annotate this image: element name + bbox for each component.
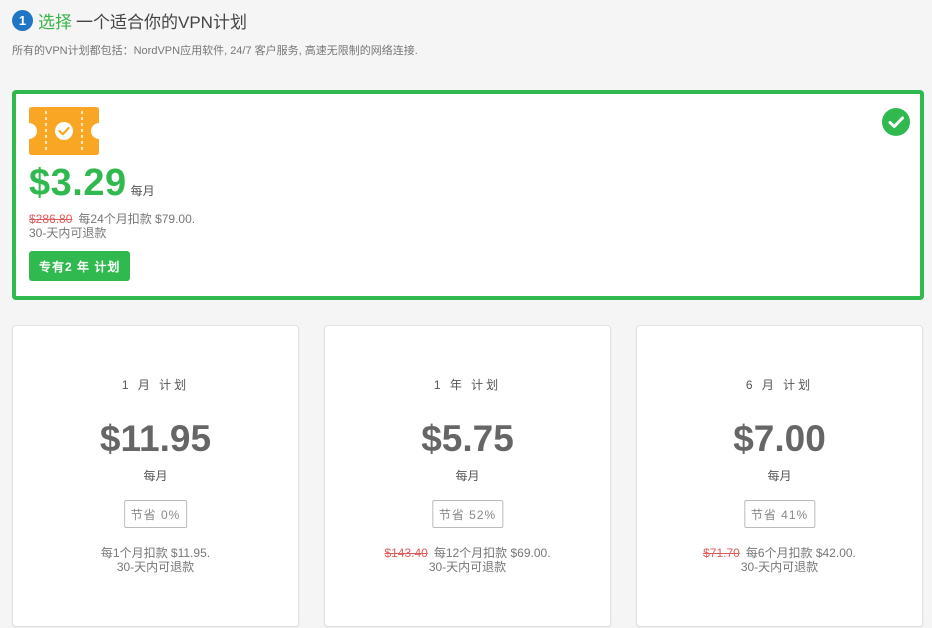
plan-price: $7.00 (733, 418, 826, 459)
plan-original-price: $71.70 (703, 546, 740, 560)
featured-billing-text: 每24个月扣款 $79.00. (78, 212, 196, 226)
plan-price-period: 每月 (455, 469, 480, 483)
savings-badge: 节省 0% (123, 500, 188, 528)
title-highlight: 选择 (38, 12, 72, 32)
plan-refund-text: 30-天内可退款 (116, 560, 195, 574)
plan-price-period: 每月 (767, 469, 792, 483)
page-title: 1 选择 一个适合你的VPN计划 (12, 8, 912, 32)
plan-card-1-month[interactable]: 1 月 计划 $11.95 每月 节省 0% 每1个月扣款 $11.95. 30… (12, 325, 299, 627)
plan-billing-info: $143.40 每12个月扣款 $69.00. 30-天内可退款 (325, 546, 610, 574)
featured-price-amount: $3.29 (29, 162, 127, 204)
featured-refund-text: 30-天内可退款 (29, 226, 107, 240)
plan-name: 1 年 计划 (433, 378, 502, 392)
plan-card-6-month[interactable]: 6 月 计划 $7.00 每月 节省 41% $71.70 每6个月扣款 $42.… (636, 325, 923, 627)
featured-plan-card[interactable]: $3.29 每月 $286.80 每24个月扣款 $79.00. 30-天内可退款… (12, 90, 924, 300)
page-header: 1 选择 一个适合你的VPN计划 所有的VPN计划都包括：NordVPN应用软件… (12, 8, 912, 58)
plan-billing-text: 每1个月扣款 $11.95. (100, 546, 211, 560)
plan-name: 1 月 计划 (121, 378, 190, 392)
coupon-icon (29, 107, 99, 155)
featured-price-period: 每月 (130, 184, 155, 198)
plan-billing-text: 每6个月扣款 $42.00. (745, 546, 856, 560)
plan-price: $5.75 (421, 418, 514, 459)
featured-plan-button[interactable]: 专有2 年 计划 (29, 251, 131, 281)
plan-billing-text: 每12个月扣款 $69.00. (433, 546, 551, 560)
plan-refund-text: 30-天内可退款 (428, 560, 507, 574)
plan-billing-info: $71.70 每6个月扣款 $42.00. 30-天内可退款 (637, 546, 922, 574)
check-circle-icon (882, 108, 910, 136)
page-subtitle: 所有的VPN计划都包括：NordVPN应用软件, 24/7 客户服务, 高速无限… (12, 45, 418, 57)
savings-badge: 节省 52% (431, 500, 504, 528)
plan-original-price: $143.40 (384, 546, 428, 560)
savings-badge: 节省 41% (743, 500, 816, 528)
plan-price-period: 每月 (143, 469, 168, 483)
featured-original-price: $286.80 (29, 212, 73, 226)
plan-name: 6 月 计划 (745, 378, 814, 392)
plan-price: $11.95 (99, 418, 212, 459)
plan-billing-info: 每1个月扣款 $11.95. 30-天内可退款 (13, 546, 298, 574)
plan-refund-text: 30-天内可退款 (740, 560, 819, 574)
title-text: 一个适合你的VPN计划 (76, 12, 247, 32)
step-number-badge: 1 (12, 9, 33, 31)
featured-billing-info: $286.80 每24个月扣款 $79.00. 30-天内可退款 (29, 212, 195, 240)
featured-price: $3.29 每月 (29, 162, 155, 205)
plan-card-1-year[interactable]: 1 年 计划 $5.75 每月 节省 52% $143.40 每12个月扣款 $6… (324, 325, 611, 627)
